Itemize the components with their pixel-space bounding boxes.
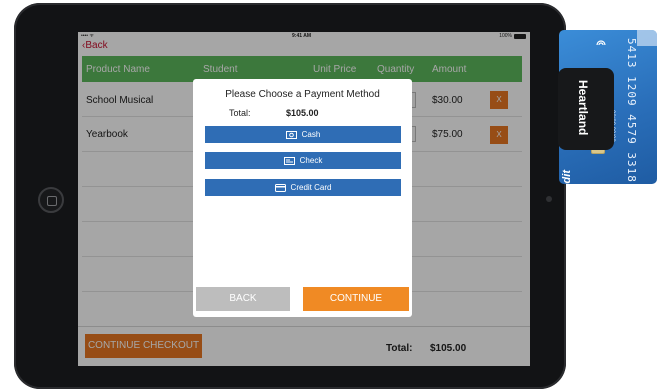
- cash-icon: [285, 130, 297, 139]
- card-number: 5413 1209 4579 3318: [625, 38, 638, 183]
- dialog-total-value: $105.00: [286, 108, 319, 118]
- card-brand: Credit: [561, 170, 573, 184]
- dialog-title: Please Choose a Payment Method: [225, 89, 380, 100]
- reader-brand: Heartland: [576, 80, 590, 136]
- payment-method-dialog: Please Choose a Payment Method Total: $1…: [193, 79, 412, 317]
- app-screen: •••• ᯤ 9:41 AM 100% ‹Back Product Name S…: [78, 32, 530, 366]
- card-reader: Heartland: [558, 68, 614, 150]
- dialog-back-button[interactable]: BACK: [196, 287, 290, 311]
- credit-card-label: Credit Card: [290, 183, 332, 192]
- cash-label: Cash: [301, 130, 321, 139]
- check-button[interactable]: Check: [205, 152, 401, 169]
- card-logo: [637, 30, 657, 46]
- camera: [546, 196, 552, 202]
- check-label: Check: [299, 156, 323, 165]
- dialog-total-label: Total:: [229, 108, 251, 118]
- dialog-continue-button[interactable]: CONTINUE: [303, 287, 409, 311]
- home-button[interactable]: [38, 187, 64, 213]
- credit-card-button[interactable]: Credit Card: [205, 179, 401, 196]
- ipad-device: •••• ᯤ 9:41 AM 100% ‹Back Product Name S…: [14, 3, 566, 389]
- check-icon: [283, 156, 295, 165]
- contactless-icon: [596, 40, 606, 46]
- cash-button[interactable]: Cash: [205, 126, 401, 143]
- credit-card-icon: [274, 183, 286, 192]
